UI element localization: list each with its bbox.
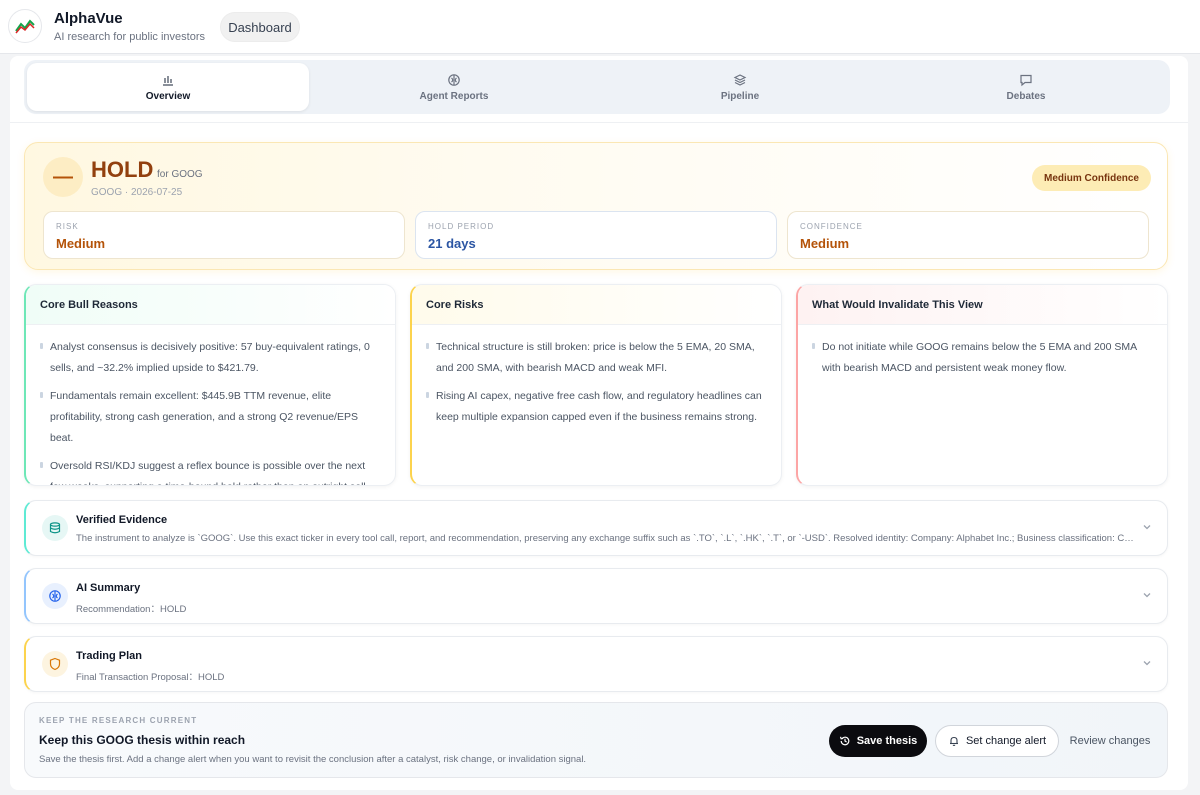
- accordion-subtitle: Recommendation：HOLD: [76, 604, 187, 615]
- chart-logo-icon: [15, 19, 35, 34]
- accordion-ai-summary[interactable]: AI Summary Recommendation：HOLD: [24, 568, 1168, 624]
- layers-icon: [733, 73, 747, 86]
- shield-icon: [42, 651, 68, 677]
- accordion-verified-evidence[interactable]: Verified Evidence The instrument to anal…: [24, 500, 1168, 556]
- list-item: Fundamentals remain excellent: $445.9B T…: [40, 386, 381, 449]
- tab-bar: Overview Agent Reports Pipeline Debates: [24, 60, 1170, 114]
- brand-tagline: AI research for public investors: [54, 31, 206, 43]
- metric-confidence: CONFIDENCE Medium: [787, 211, 1149, 259]
- metric-hold-period: HOLD PERIOD 21 days: [415, 211, 777, 259]
- recommendation-ticker: for GOOG: [157, 169, 203, 180]
- list-item: Rising AI capex, negative free cash flow…: [426, 386, 767, 428]
- card-bull-reasons: Core Bull Reasons Analyst consensus is d…: [24, 284, 396, 486]
- database-icon: [42, 515, 68, 541]
- save-thesis-button[interactable]: Save thesis: [829, 725, 927, 757]
- metric-value: Medium: [800, 236, 850, 251]
- tab-label: Pipeline: [720, 90, 760, 102]
- card-invalidation: What Would Invalidate This View Do not i…: [796, 284, 1168, 486]
- chevron-down-icon[interactable]: [1141, 589, 1153, 601]
- top-bar: AlphaVue AI research for public investor…: [0, 0, 1200, 54]
- list-item: Technical structure is still broken: pri…: [426, 337, 767, 379]
- card-title: Core Risks: [412, 285, 781, 325]
- metric-label: CONFIDENCE: [800, 222, 863, 231]
- tab-pipeline[interactable]: Pipeline: [599, 63, 881, 111]
- list-item: Do not initiate while GOOG remains below…: [812, 337, 1153, 379]
- set-change-alert-button[interactable]: Set change alert: [935, 725, 1059, 757]
- accordion-trading-plan[interactable]: Trading Plan Final Transaction Proposal：…: [24, 636, 1168, 692]
- card-title: What Would Invalidate This View: [798, 285, 1167, 325]
- brand-name: AlphaVue: [54, 10, 123, 27]
- list-item: Analyst consensus is decisively positive…: [40, 337, 381, 379]
- cta-eyebrow: KEEP THE RESEARCH CURRENT: [39, 716, 198, 725]
- metric-label: HOLD PERIOD: [428, 222, 495, 231]
- tab-overview[interactable]: Overview: [27, 63, 309, 111]
- chevron-down-icon[interactable]: [1141, 521, 1153, 533]
- metric-value: 21 days: [428, 236, 476, 251]
- accordion-title: AI Summary: [76, 582, 141, 594]
- brain-icon: [42, 583, 68, 609]
- tab-label: Debates: [1006, 90, 1046, 102]
- recommendation-action: HOLD: [91, 157, 154, 182]
- tab-debates[interactable]: Debates: [885, 63, 1167, 111]
- metric-label: RISK: [56, 222, 79, 231]
- tab-label: Agent Reports: [419, 90, 489, 102]
- card-title: Core Bull Reasons: [26, 285, 395, 325]
- bell-icon: [949, 736, 958, 747]
- main-panel: Overview Agent Reports Pipeline Debates …: [10, 56, 1188, 790]
- review-changes-button[interactable]: Review changes: [1065, 725, 1155, 757]
- button-label: Save thesis: [856, 735, 918, 747]
- tab-label: Overview: [145, 90, 191, 102]
- bar-chart-icon: [163, 75, 173, 86]
- section-divider: [10, 122, 1188, 123]
- recommendation-date: GOOG · 2026-07-25: [91, 187, 183, 198]
- card-core-risks: Core Risks Technical structure is still …: [410, 284, 782, 486]
- chevron-down-icon[interactable]: [1141, 657, 1153, 669]
- metric-risk: RISK Medium: [43, 211, 405, 259]
- button-label: Set change alert: [965, 735, 1047, 747]
- accordion-title: Verified Evidence: [76, 514, 168, 526]
- cta-description: Save the thesis first. Add a change aler…: [39, 754, 587, 765]
- accordion-title: Trading Plan: [76, 650, 143, 662]
- accordion-subtitle: The instrument to analyze is `GOOG`. Use…: [76, 533, 1136, 544]
- recommendation-card: — HOLD for GOOG GOOG · 2026-07-25 Medium…: [24, 142, 1168, 270]
- brand-logo[interactable]: [8, 9, 42, 43]
- metric-value: Medium: [56, 236, 106, 251]
- history-icon: [839, 736, 850, 746]
- chat-icon: [1020, 74, 1032, 86]
- tab-agent-reports[interactable]: Agent Reports: [313, 63, 595, 111]
- cta-title: Keep this GOOG thesis within reach: [39, 733, 246, 747]
- dashboard-button[interactable]: Dashboard: [220, 12, 300, 42]
- research-cta: KEEP THE RESEARCH CURRENT Keep this GOOG…: [24, 702, 1168, 778]
- accordion-subtitle: Final Transaction Proposal：HOLD: [76, 672, 225, 683]
- confidence-badge: Medium Confidence: [1031, 165, 1151, 191]
- brain-icon: [448, 73, 460, 86]
- minus-icon: —: [43, 157, 83, 197]
- list-item: Oversold RSI/KDJ suggest a reflex bounce…: [40, 456, 381, 485]
